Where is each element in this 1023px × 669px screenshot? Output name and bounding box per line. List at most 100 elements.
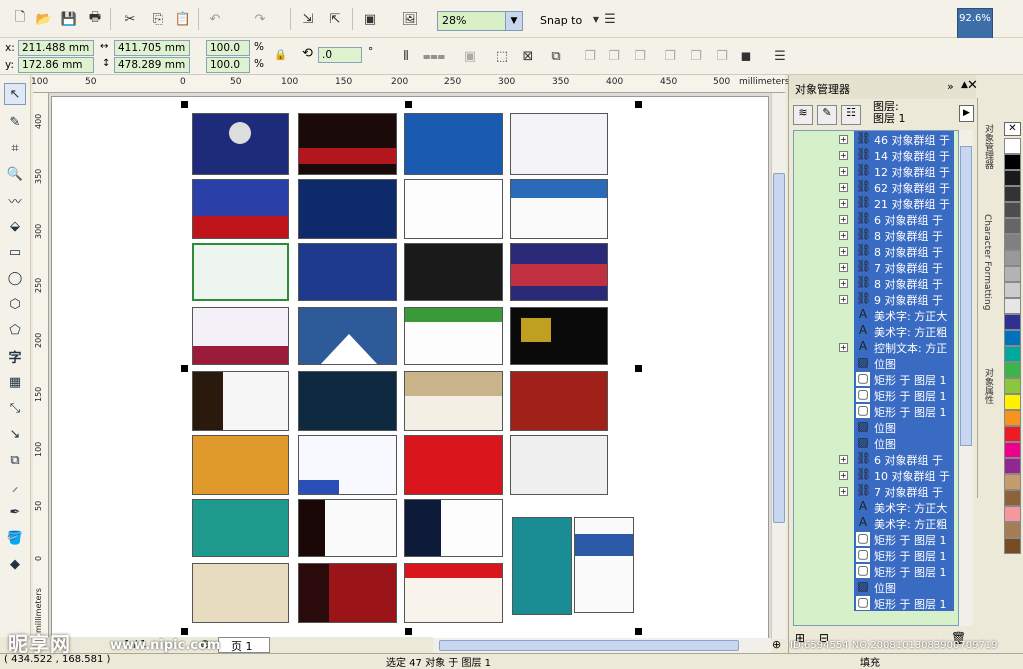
tab-object-properties[interactable]: 对象属性	[982, 368, 995, 404]
color-swatch[interactable]	[1004, 314, 1021, 330]
business-card[interactable]	[404, 179, 503, 239]
color-swatch[interactable]	[1004, 346, 1021, 362]
business-card[interactable]	[404, 307, 503, 365]
close-icon[interactable]: ✕	[967, 78, 978, 93]
tree-row[interactable]: ▢ 矩形 于 图层 1	[794, 371, 958, 387]
business-card[interactable]	[510, 435, 608, 495]
business-card[interactable]	[298, 307, 397, 365]
tree-row[interactable]: + ⛓ 8 对象群组 于	[794, 227, 958, 243]
tree-row[interactable]: ▢ 矩形 于 图层 1	[794, 403, 958, 419]
cut-icon[interactable]: ✂	[120, 9, 140, 29]
color-swatch[interactable]	[1004, 330, 1021, 346]
lock-ratio-icon[interactable]: 🔒	[274, 48, 287, 61]
chevron-down-icon[interactable]: ▼	[505, 12, 522, 30]
business-card[interactable]	[298, 179, 397, 239]
color-swatch[interactable]	[1004, 426, 1021, 442]
color-swatch[interactable]	[1004, 138, 1021, 154]
color-swatch[interactable]	[1004, 154, 1021, 170]
color-swatch[interactable]	[1004, 538, 1021, 554]
selection-handle[interactable]	[405, 101, 412, 108]
tree-row[interactable]: ▢ 矩形 于 图层 1	[794, 547, 958, 563]
business-card[interactable]	[192, 563, 289, 623]
layer-manager-view-icon[interactable]: ☷	[841, 105, 861, 125]
back-minus-front-icon[interactable]: ❐	[712, 46, 732, 66]
expand-icon[interactable]: +	[839, 487, 848, 496]
business-card[interactable]	[298, 243, 397, 301]
tree-row[interactable]: + ⛓ 10 对象群组 于	[794, 467, 958, 483]
tree-row[interactable]: ▨ 位图	[794, 419, 958, 435]
expand-icon[interactable]: +	[839, 471, 848, 480]
smart-fill-icon[interactable]: ⬙	[4, 215, 26, 237]
color-swatch[interactable]	[1004, 186, 1021, 202]
align-distribute-icon[interactable]: ☰	[770, 46, 790, 66]
tree-row[interactable]: A 美术字: 方正大	[794, 499, 958, 515]
fill-tool-icon[interactable]: 🪣	[4, 527, 26, 549]
business-card[interactable]	[298, 499, 397, 557]
tree-row[interactable]: + ⛓ 9 对象群组 于	[794, 291, 958, 307]
object-tree[interactable]: + ⛓ 46 对象群组 于 + ⛓ 14 对象群组 于 + ⛓ 12 对象群组 于 + ⛓ 62 对象…	[793, 130, 959, 626]
undo-icon[interactable]: ↶	[205, 9, 225, 29]
color-swatch[interactable]	[1004, 170, 1021, 186]
color-swatch[interactable]	[1004, 266, 1021, 282]
zoom-tool-icon[interactable]: 🔍	[4, 163, 26, 185]
expand-icon[interactable]: +	[839, 199, 848, 208]
tree-row[interactable]: A 美术字: 方正大	[794, 307, 958, 323]
color-swatch[interactable]	[1004, 218, 1021, 234]
table-tool-icon[interactable]: ▦	[4, 371, 26, 393]
paste-icon[interactable]: 📋	[173, 9, 193, 29]
selection-handle[interactable]	[181, 365, 188, 372]
tree-row[interactable]: ▢ 矩形 于 图层 1	[794, 531, 958, 547]
copy-icon[interactable]: ⎘	[148, 9, 168, 29]
mirror-vertical-icon[interactable]: ⩶	[423, 46, 445, 66]
selection-handle[interactable]	[635, 628, 642, 635]
combine-icon[interactable]: ⧉	[546, 46, 566, 66]
expand-icon[interactable]: +	[839, 231, 848, 240]
tree-row[interactable]: ▢ 矩形 于 图层 1	[794, 595, 958, 611]
expand-icon[interactable]: +	[839, 215, 848, 224]
tree-row[interactable]: + ⛓ 6 对象群组 于	[794, 211, 958, 227]
rotation-field[interactable]: .0	[318, 47, 362, 63]
outline-pen-icon[interactable]: ✒	[4, 501, 26, 523]
color-swatch[interactable]	[1004, 458, 1021, 474]
expand-icon[interactable]: +	[839, 151, 848, 160]
expand-icon[interactable]: +	[839, 183, 848, 192]
tree-row[interactable]: A 美术字: 方正粗	[794, 515, 958, 531]
tree-row[interactable]: + ⛓ 62 对象群组 于	[794, 179, 958, 195]
edit-across-layers-icon[interactable]: ✎	[817, 105, 837, 125]
color-swatch[interactable]	[1004, 410, 1021, 426]
business-card[interactable]	[192, 307, 289, 365]
width-field[interactable]: 411.705 mm	[114, 40, 190, 56]
business-card[interactable]	[298, 563, 397, 623]
connector-tool-icon[interactable]: ↘	[4, 423, 26, 445]
create-boundary-icon[interactable]: ◼	[736, 46, 756, 66]
basic-shapes-icon[interactable]: ⬠	[4, 319, 26, 341]
business-card[interactable]	[510, 179, 608, 239]
ungroup-icon[interactable]: ⬚	[492, 46, 512, 66]
color-swatch[interactable]	[1004, 378, 1021, 394]
import-icon[interactable]: ⇲	[298, 9, 318, 29]
color-swatch[interactable]	[1004, 442, 1021, 458]
snap-to-dropdown[interactable]: Snap to	[540, 14, 582, 27]
text-tool-icon[interactable]: 字	[4, 345, 26, 367]
color-swatch[interactable]	[1004, 282, 1021, 298]
mirror-horizontal-icon[interactable]: ⫴	[396, 46, 416, 66]
interactive-fill-icon[interactable]: ◆	[4, 553, 26, 575]
color-swatch[interactable]	[1004, 490, 1021, 506]
x-position-field[interactable]: 211.488 mm	[18, 40, 94, 56]
tree-scrollbar[interactable]	[959, 130, 973, 626]
tree-row[interactable]: ▨ 位图	[794, 355, 958, 371]
export-icon[interactable]: ⇱	[325, 9, 345, 29]
tree-row[interactable]: + ⛓ 7 对象群组 于	[794, 259, 958, 275]
tree-row[interactable]: + ⛓ 21 对象群组 于	[794, 195, 958, 211]
tab-page-1[interactable]: 页 1	[218, 637, 270, 653]
tree-row[interactable]: + ⛓ 7 对象群组 于	[794, 483, 958, 499]
expand-icon[interactable]: +	[839, 455, 848, 464]
tree-row[interactable]: + ⛓ 14 对象群组 于	[794, 147, 958, 163]
scale-x-field[interactable]: 100.0	[206, 40, 250, 56]
color-swatch[interactable]	[1004, 394, 1021, 410]
dimension-tool-icon[interactable]: ⤡	[4, 397, 26, 419]
business-card[interactable]	[404, 371, 503, 431]
scale-y-field[interactable]: 100.0	[206, 57, 250, 73]
simplify-icon[interactable]: ❐	[660, 46, 680, 66]
expand-icon[interactable]: +	[839, 295, 848, 304]
